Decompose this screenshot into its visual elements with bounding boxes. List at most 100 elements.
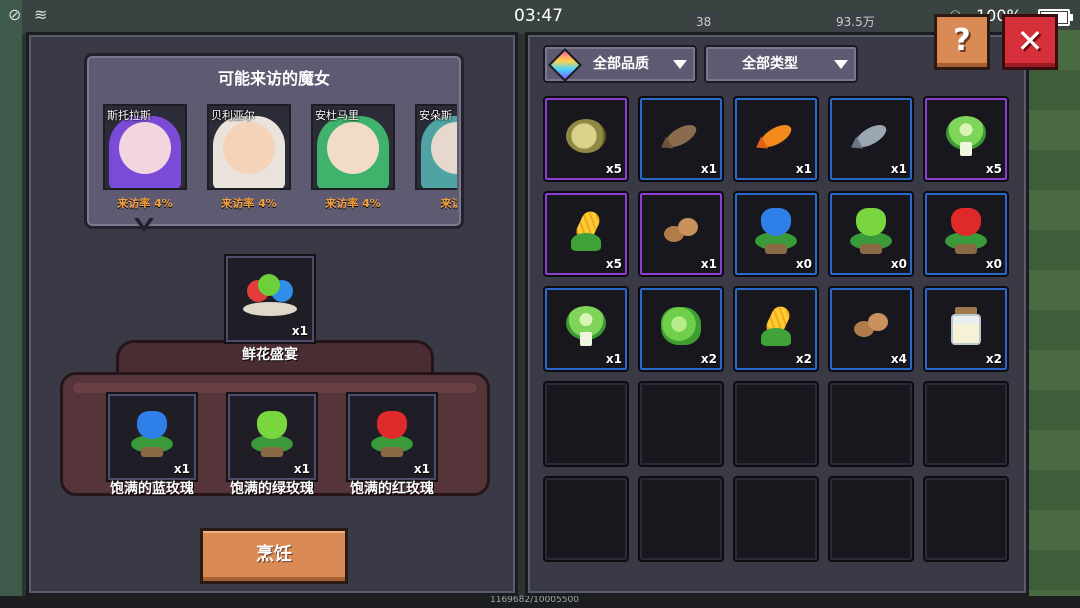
inventory-slot[interactable]: x4	[828, 286, 914, 372]
red-rose-icon	[945, 207, 987, 254]
ingredient-slot-frame[interactable]: x1	[226, 392, 318, 482]
blue-rose-icon	[131, 410, 173, 457]
witch-visit-rate: 来访率	[440, 197, 458, 210]
corn-icon	[571, 211, 601, 251]
inventory-slot-empty[interactable]	[638, 381, 724, 467]
inventory-count: x1	[605, 352, 622, 366]
inventory-slot-empty[interactable]	[543, 381, 629, 467]
recipe-result[interactable]: x1	[224, 254, 316, 344]
inventory-slot-empty[interactable]	[923, 476, 1009, 562]
green-rose-icon	[850, 207, 892, 254]
witch-portrait[interactable]: 贝利亚尔	[207, 104, 291, 190]
background-foliage	[1028, 30, 1080, 608]
brown-fish-icon	[658, 124, 704, 148]
inventory-count: x1	[700, 257, 717, 271]
ingredient-name: 饱满的蓝玫瑰	[110, 481, 194, 497]
ingredient-slot[interactable]: x1	[346, 392, 438, 482]
inventory-count: x5	[605, 257, 622, 271]
inventory-slot[interactable]: x0	[828, 191, 914, 277]
quality-gem-icon	[548, 48, 582, 82]
inventory-count: x2	[795, 352, 812, 366]
inventory-slot-empty[interactable]	[638, 476, 724, 562]
ingredient-slot-frame[interactable]: x1	[346, 392, 438, 482]
inventory-count: x1	[795, 162, 812, 176]
ingredient-slot[interactable]: x1	[106, 392, 198, 482]
blue-rose-icon	[755, 207, 797, 254]
inventory-slot[interactable]: x5	[543, 96, 629, 182]
inventory-count: x2	[985, 352, 1002, 366]
inventory-slot-empty[interactable]	[923, 381, 1009, 467]
witch-card[interactable]: 安杜马里来访率 4%	[311, 104, 395, 211]
ingredient-name: 饱满的绿玫瑰	[230, 481, 314, 497]
witch-face	[223, 122, 275, 174]
inventory-count: x5	[605, 162, 622, 176]
cook-button[interactable]: 烹饪	[200, 528, 348, 584]
result-slot-frame[interactable]: x1	[224, 254, 316, 344]
ingredient-slot[interactable]: x1	[226, 392, 318, 482]
inventory-slot[interactable]: x2	[923, 286, 1009, 372]
lettuce-icon	[661, 306, 701, 345]
inventory-slot[interactable]: x1	[543, 286, 629, 372]
inventory-slot-empty[interactable]	[733, 476, 819, 562]
inventory-count: x0	[985, 257, 1002, 271]
help-button[interactable]: ?	[934, 14, 990, 70]
witch-list[interactable]: 斯托拉斯来访率 4%贝利亚尔来访率 4%安杜马里来访率 4%安朵斯来访率	[103, 104, 457, 214]
pufferfish-icon	[566, 118, 606, 153]
status-bar: ⊘ ≋ 38 93.5万 03:47 ⍾ 100%	[0, 0, 1080, 32]
inventory-count: x1	[890, 162, 907, 176]
inventory-count: x0	[890, 257, 907, 271]
red-rose-icon	[371, 410, 413, 457]
quality-filter-dropdown[interactable]: 全部品质	[543, 45, 697, 83]
visitor-bubble: 可能来访的魔女 斯托拉斯 来访率 4% 贝利亚尔 来访率 4% 安杜马里 来访率 4% 安朵…	[84, 53, 464, 229]
inventory-slot-empty[interactable]	[828, 476, 914, 562]
wifi-icon: ≋	[34, 5, 48, 24]
witch-card[interactable]: 斯托拉斯 来访率 4%	[103, 104, 187, 211]
ingredient-slot-frame[interactable]: x1	[106, 392, 198, 482]
flower-feast-icon	[243, 273, 297, 318]
inventory-slot-empty[interactable]	[733, 381, 819, 467]
inventory-slot[interactable]: x5	[923, 96, 1009, 182]
gray-fish-icon	[848, 124, 894, 148]
witch-portrait[interactable]: 安朵斯	[415, 104, 457, 190]
inventory-slot[interactable]: x2	[733, 286, 819, 372]
inventory-slot[interactable]: x1	[638, 96, 724, 182]
goldfish-icon	[753, 124, 799, 148]
green-rose-icon	[251, 410, 293, 457]
inventory-count: x1	[700, 162, 717, 176]
inventory-slot[interactable]: x0	[923, 191, 1009, 277]
footer-bar: 1169682/10005500	[0, 595, 1080, 608]
result-count: x1	[291, 324, 308, 338]
close-button[interactable]: ✕	[1002, 14, 1058, 70]
type-filter-label: 全部类型	[742, 56, 798, 72]
inventory-grid: x5 x1 x1 x1 x5 x5 x1 x0 x0 x0 x1 x2 x2 x4 x2	[543, 96, 1013, 566]
inventory-slot[interactable]: x2	[638, 286, 724, 372]
ingredient-count: x1	[173, 462, 190, 476]
inventory-slot[interactable]: x5	[543, 191, 629, 277]
witch-name: 安朵斯	[419, 109, 452, 122]
inventory-slot[interactable]: x1	[638, 191, 724, 277]
potato-icon	[854, 312, 888, 339]
potato-icon	[664, 217, 698, 244]
cabbage-icon	[566, 305, 606, 346]
inventory-slot[interactable]: x1	[733, 96, 819, 182]
inventory-slot-empty[interactable]	[828, 381, 914, 467]
witch-portrait[interactable]: 斯托拉斯	[103, 104, 187, 190]
do-not-disturb-icon: ⊘	[8, 5, 22, 24]
type-filter-dropdown[interactable]: 全部类型	[704, 45, 858, 83]
inventory-count: x4	[890, 352, 907, 366]
inventory-slot[interactable]: x0	[733, 191, 819, 277]
cabbage-icon	[946, 115, 986, 156]
witch-card[interactable]: 安朵斯来访率	[415, 104, 457, 211]
hud-resource-left: 38	[690, 12, 718, 32]
witch-name: 斯托拉斯	[107, 109, 151, 122]
witch-portrait[interactable]: 安杜马里	[311, 104, 395, 190]
inventory-slot[interactable]: x1	[828, 96, 914, 182]
inventory-slot-empty[interactable]	[543, 476, 629, 562]
witch-visit-rate: 来访率 4%	[325, 197, 381, 210]
chevron-down-icon	[673, 60, 687, 69]
jar-icon	[951, 306, 981, 345]
witch-card[interactable]: 贝利亚尔 来访率 4%	[207, 104, 291, 211]
chevron-down-icon	[834, 60, 848, 69]
hud-resource-right: 93.5万	[830, 12, 881, 32]
quality-filter-label: 全部品质	[593, 56, 649, 72]
